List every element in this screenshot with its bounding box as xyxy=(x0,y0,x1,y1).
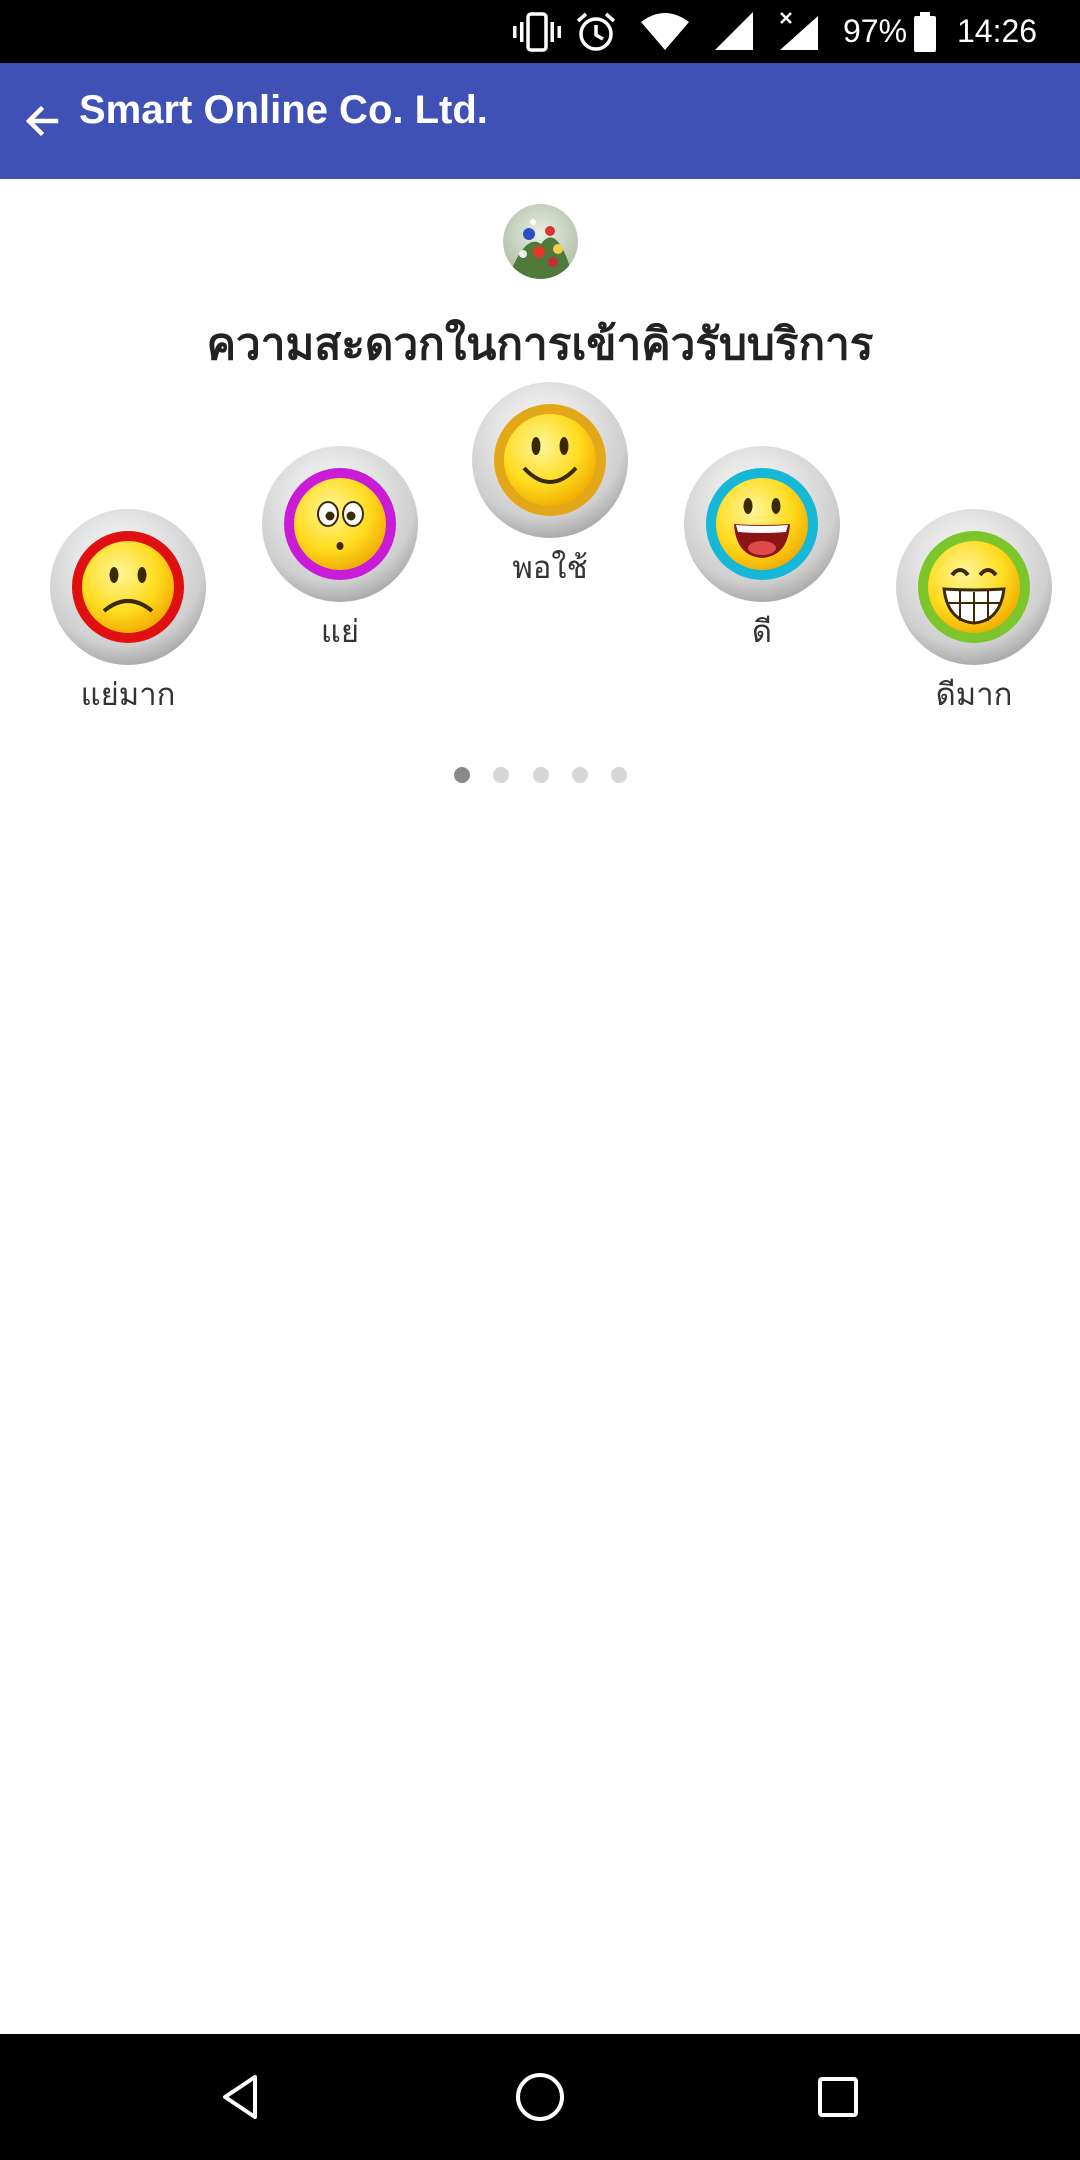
very-good-face-icon xyxy=(896,509,1052,665)
page-dot-3[interactable] xyxy=(533,767,549,783)
rating-option-good[interactable]: ดี xyxy=(677,444,847,656)
page-dot-1[interactable] xyxy=(454,767,470,783)
rating-label-very-bad: แย่มาก xyxy=(80,677,176,713)
alarm-icon xyxy=(576,12,616,51)
signal-no-data-icon xyxy=(780,12,818,50)
page-dot-2[interactable] xyxy=(493,767,509,783)
arrow-back-icon xyxy=(25,105,59,137)
recents-nav-icon[interactable] xyxy=(808,2067,868,2127)
rating-label-bad: แย่ xyxy=(320,614,360,650)
page-indicator xyxy=(0,767,1080,787)
rating-label-ok: พอใช้ xyxy=(512,550,588,586)
rating-option-very-good[interactable]: ดีมาก xyxy=(889,507,1059,719)
ok-face-icon xyxy=(472,382,628,538)
page-dot-5[interactable] xyxy=(611,767,627,783)
wifi-icon xyxy=(641,13,689,50)
rating-option-bad[interactable]: แย่ xyxy=(255,444,425,656)
vibrate-icon xyxy=(513,12,561,52)
home-nav-icon[interactable] xyxy=(510,2067,570,2127)
survey-question: ความสะดวกในการเข้าคิวรับบริการ xyxy=(206,319,874,370)
rating-label-good: ดี xyxy=(751,614,773,650)
rating-option-ok[interactable]: พอใช้ xyxy=(465,380,635,592)
back-button[interactable] xyxy=(14,93,70,149)
good-face-icon xyxy=(684,446,840,602)
navigation-bar xyxy=(0,2034,1080,2160)
rating-label-very-good: ดีมาก xyxy=(935,677,1013,713)
clock: 14:26 xyxy=(957,13,1038,49)
page-dot-4[interactable] xyxy=(572,767,588,783)
very-bad-face-icon xyxy=(50,509,206,665)
survey-content: ความสะดวกในการเข้าคิวรับบริการ แย่มาก แย… xyxy=(0,179,1080,2034)
app-title: Smart Online Co. Ltd. xyxy=(79,88,488,132)
flower-avatar xyxy=(503,204,578,279)
signal-icon xyxy=(715,12,753,50)
bad-face-icon xyxy=(262,446,418,602)
battery-percent: 97% xyxy=(843,13,908,49)
back-nav-icon[interactable] xyxy=(211,2067,271,2127)
battery-icon xyxy=(914,12,936,52)
rating-option-very-bad[interactable]: แย่มาก xyxy=(43,507,213,719)
app-bar: Smart Online Co. Ltd. xyxy=(0,63,1080,179)
status-bar: 97% 14:26 xyxy=(0,0,1080,63)
